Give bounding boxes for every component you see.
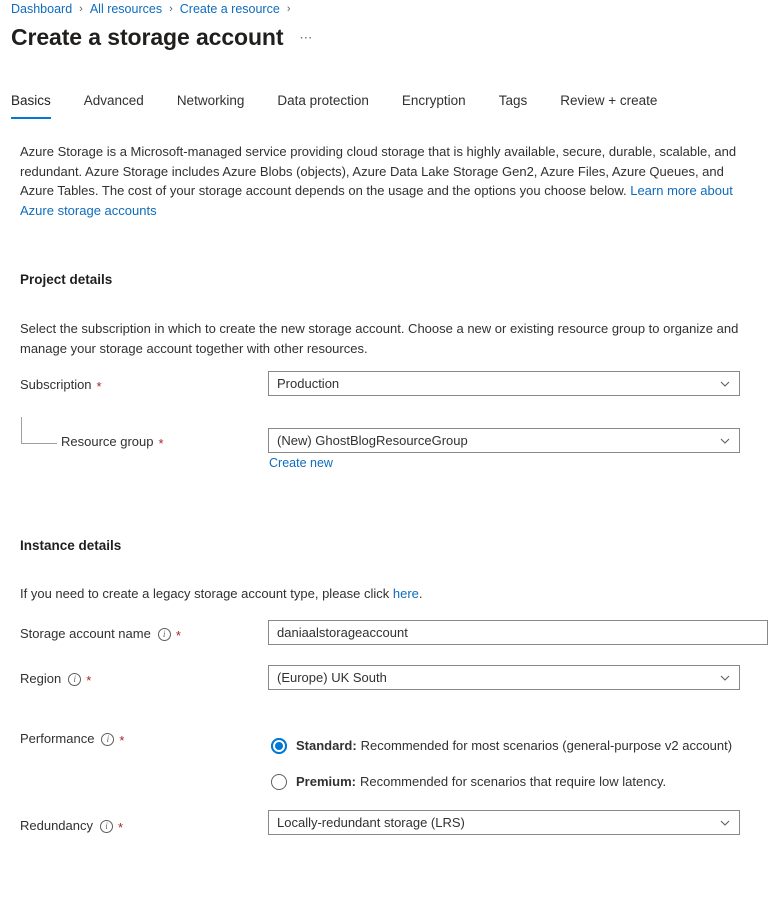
tab-review-create[interactable]: Review + create bbox=[560, 92, 657, 119]
chevron-down-icon bbox=[720, 379, 730, 389]
breadcrumb-item-dashboard[interactable]: Dashboard bbox=[11, 1, 72, 17]
info-icon[interactable]: i bbox=[100, 819, 113, 833]
breadcrumb-separator-icon: › bbox=[286, 3, 291, 15]
performance-standard-title: Standard: bbox=[296, 738, 357, 753]
breadcrumb-item-all-resources[interactable]: All resources bbox=[90, 1, 162, 17]
subscription-label-group: Subscription * bbox=[20, 376, 102, 394]
resource-group-dropdown[interactable]: (New) GhostBlogResourceGroup bbox=[268, 428, 740, 453]
create-new-resource-group-link[interactable]: Create new bbox=[269, 456, 333, 470]
subscription-dropdown[interactable]: Production bbox=[268, 371, 740, 396]
tab-networking[interactable]: Networking bbox=[177, 92, 245, 119]
info-icon[interactable]: i bbox=[68, 672, 82, 686]
performance-standard-description: Recommended for most scenarios (general-… bbox=[360, 738, 733, 753]
resource-group-tree-connector-icon bbox=[21, 417, 57, 444]
performance-required-asterisk: * bbox=[119, 733, 125, 748]
redundancy-label: Redundancy bbox=[20, 818, 93, 833]
page-title: Create a storage account bbox=[11, 24, 284, 50]
chevron-down-icon bbox=[720, 818, 730, 828]
performance-option-premium[interactable]: Premium: Recommended for scenarios that … bbox=[271, 773, 666, 791]
breadcrumb: Dashboard › All resources › Create a res… bbox=[11, 1, 297, 17]
chevron-down-icon bbox=[720, 436, 730, 446]
subscription-value: Production bbox=[277, 376, 340, 391]
storage-account-name-input[interactable]: daniaalstorageaccount bbox=[268, 620, 768, 645]
resource-group-label-group: Resource group * bbox=[61, 433, 164, 451]
radio-premium-icon[interactable] bbox=[271, 774, 287, 790]
storage-account-name-label-group: Storage account name i * bbox=[20, 625, 181, 643]
intro-text: Azure Storage is a Microsoft-managed ser… bbox=[20, 144, 737, 198]
more-options-icon[interactable]: ⋯ bbox=[299, 30, 314, 46]
breadcrumb-separator-icon: › bbox=[79, 3, 83, 15]
breadcrumb-separator-icon: › bbox=[169, 3, 173, 15]
redundancy-required-asterisk: * bbox=[118, 820, 124, 835]
region-dropdown[interactable]: (Europe) UK South bbox=[268, 665, 740, 690]
instance-details-heading: Instance details bbox=[20, 538, 122, 553]
storage-account-name-label: Storage account name bbox=[20, 626, 151, 641]
tab-basics[interactable]: Basics bbox=[11, 92, 51, 119]
region-required-asterisk: * bbox=[86, 673, 92, 688]
tab-encryption[interactable]: Encryption bbox=[402, 92, 466, 119]
resource-group-required-asterisk: * bbox=[158, 436, 164, 451]
region-label-group: Region i * bbox=[20, 670, 91, 688]
redundancy-value: Locally-redundant storage (LRS) bbox=[277, 815, 465, 830]
tab-tags[interactable]: Tags bbox=[499, 92, 528, 119]
info-icon[interactable]: i bbox=[157, 627, 171, 641]
resource-group-label: Resource group bbox=[61, 434, 154, 449]
subscription-required-asterisk: * bbox=[96, 379, 102, 394]
legacy-note-suffix: . bbox=[418, 586, 423, 601]
performance-premium-title: Premium: bbox=[296, 774, 356, 789]
performance-label-group: Performance i * bbox=[20, 730, 124, 748]
chevron-down-icon bbox=[720, 673, 730, 683]
breadcrumb-item-create-a-resource[interactable]: Create a resource bbox=[180, 1, 280, 17]
region-label: Region bbox=[20, 671, 62, 686]
subscription-label: Subscription bbox=[20, 377, 92, 392]
redundancy-label-group: Redundancy i * bbox=[20, 817, 123, 835]
project-details-description: Select the subscription in which to crea… bbox=[20, 321, 739, 356]
project-details-heading: Project details bbox=[20, 272, 113, 287]
region-value: (Europe) UK South bbox=[277, 670, 387, 685]
tab-data-protection[interactable]: Data protection bbox=[277, 92, 369, 119]
page-title-row: Create a storage account ⋯ bbox=[11, 22, 314, 52]
storage-account-name-required-asterisk: * bbox=[175, 628, 181, 643]
redundancy-dropdown[interactable]: Locally-redundant storage (LRS) bbox=[268, 810, 740, 835]
radio-standard-icon[interactable] bbox=[271, 738, 287, 754]
resource-group-value: (New) GhostBlogResourceGroup bbox=[277, 433, 468, 448]
legacy-here-link[interactable]: here bbox=[393, 586, 419, 601]
performance-label: Performance bbox=[20, 731, 95, 746]
legacy-note-prefix: If you need to create a legacy storage a… bbox=[20, 586, 393, 601]
intro-paragraph: Azure Storage is a Microsoft-managed ser… bbox=[20, 142, 752, 220]
performance-option-standard[interactable]: Standard: Recommended for most scenarios… bbox=[271, 737, 732, 755]
info-icon[interactable]: i bbox=[101, 732, 115, 746]
legacy-account-note: If you need to create a legacy storage a… bbox=[20, 584, 742, 604]
performance-premium-description: Recommended for scenarios that require l… bbox=[359, 774, 667, 789]
tab-advanced[interactable]: Advanced bbox=[84, 92, 144, 119]
storage-account-name-value: daniaalstorageaccount bbox=[277, 625, 408, 640]
tab-bar: Basics Advanced Networking Data protecti… bbox=[11, 92, 657, 119]
